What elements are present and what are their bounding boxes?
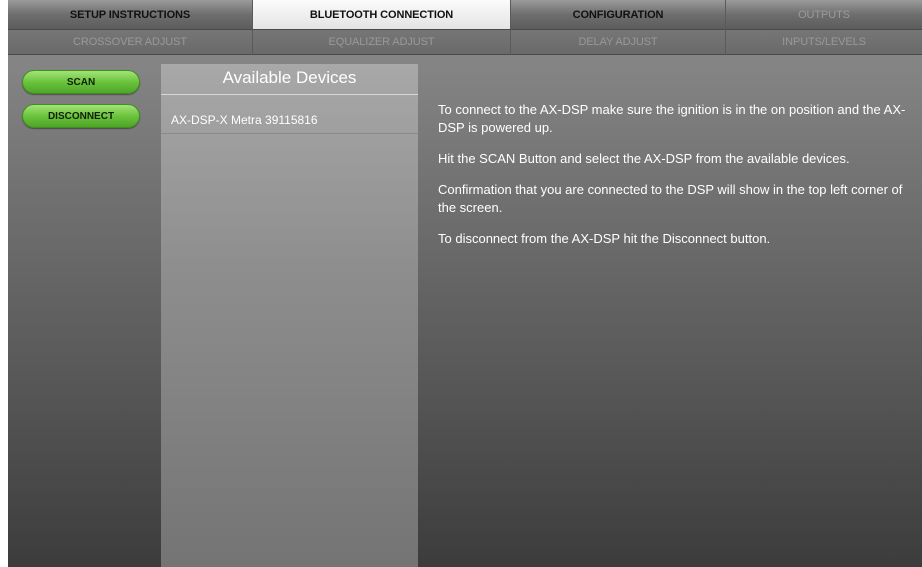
tab-setup-instructions[interactable]: SETUP INSTRUCTIONS (8, 0, 253, 30)
available-devices-title: Available Devices (161, 64, 418, 95)
tab-outputs[interactable]: OUTPUTS (726, 0, 922, 30)
tab-crossover-adjust[interactable]: CROSSOVER ADJUST (8, 30, 253, 55)
device-list-item[interactable]: AX-DSP-X Metra 39115816 (161, 95, 418, 134)
instruction-paragraph: Confirmation that you are connected to t… (438, 182, 903, 215)
instruction-paragraph: Hit the SCAN Button and select the AX-DS… (438, 151, 850, 166)
disconnect-button[interactable]: DISCONNECT (22, 104, 140, 128)
secondary-tab-bar: CROSSOVER ADJUST EQUALIZER ADJUST DELAY … (8, 30, 922, 55)
main-tab-bar: SETUP INSTRUCTIONS BLUETOOTH CONNECTION … (8, 0, 922, 30)
instruction-paragraph: To connect to the AX-DSP make sure the i… (438, 102, 906, 135)
instruction-paragraph: To disconnect from the AX-DSP hit the Di… (438, 231, 771, 246)
scan-button[interactable]: SCAN (22, 70, 140, 94)
available-devices-panel: Available Devices AX-DSP-X Metra 3911581… (161, 64, 418, 567)
tab-equalizer-adjust[interactable]: EQUALIZER ADJUST (253, 30, 511, 55)
tab-inputs-levels[interactable]: INPUTS/LEVELS (726, 30, 922, 55)
app-window: SETUP INSTRUCTIONS BLUETOOTH CONNECTION … (8, 0, 922, 567)
tab-bluetooth-connection[interactable]: BLUETOOTH CONNECTION (253, 0, 511, 30)
instructions-text: To connect to the AX-DSP make sure the i… (438, 101, 920, 261)
tab-delay-adjust[interactable]: DELAY ADJUST (511, 30, 726, 55)
tab-configuration[interactable]: CONFIGURATION (511, 0, 726, 30)
